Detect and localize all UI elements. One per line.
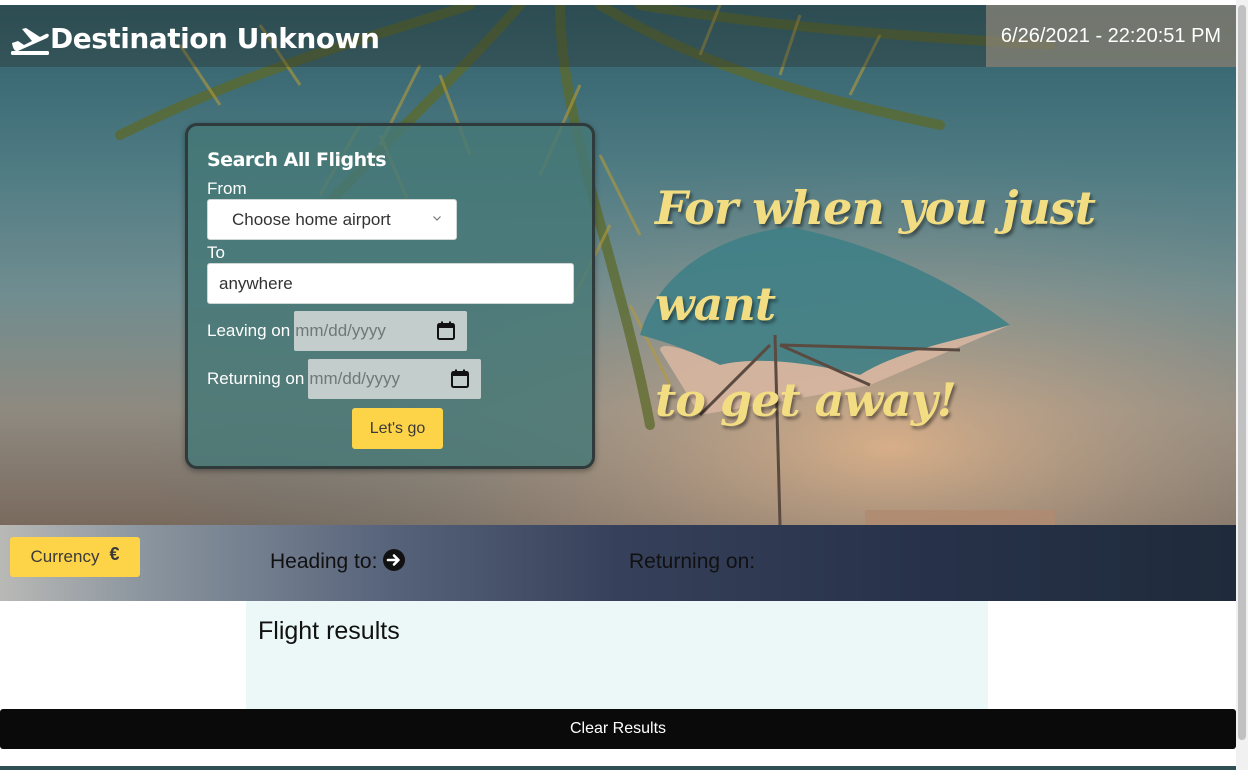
from-label: From [207, 179, 247, 198]
currency-label: Currency [30, 547, 100, 566]
to-label: To [207, 243, 225, 262]
app-title: Destination Unknown [50, 21, 380, 55]
brand[interactable]: Destination Unknown [10, 18, 380, 58]
returning-row: Returning on mm/dd/yyyy [207, 359, 482, 399]
results-title: Flight results [258, 617, 400, 645]
arrow-circle-right-icon [383, 549, 406, 571]
tagline-line-1: For when you just want [655, 181, 1096, 331]
search-flights-panel: Search All Flights From Choose home airp… [185, 123, 595, 469]
scrollbar-thumb[interactable] [1238, 5, 1246, 740]
calendar-icon[interactable] [451, 369, 470, 388]
returning-label: Returning on [207, 369, 305, 388]
lets-go-button[interactable]: Let's go [352, 408, 443, 449]
tagline: For when you just want to get away! [655, 160, 1215, 448]
datetime-display: 6/26/2021 - 22:20:51 PM [986, 5, 1236, 67]
clear-results-button[interactable]: Clear Results [0, 709, 1236, 749]
heading-to-label: Heading to: [270, 550, 378, 573]
currency-button[interactable]: Currency € [10, 537, 140, 577]
airplane-departure-icon [11, 28, 49, 55]
leaving-label: Leaving on [207, 321, 291, 340]
leaving-row: Leaving on mm/dd/yyyy [207, 311, 468, 351]
trip-info-bar: Currency € Heading to: Returning on: [0, 525, 1236, 601]
top-header: Destination Unknown 6/26/2021 - 22:20:51… [0, 5, 1236, 67]
calendar-icon[interactable] [437, 321, 456, 340]
chevron-down-icon [433, 216, 441, 221]
from-airport-select[interactable]: Choose home airport [207, 199, 457, 240]
euro-icon: € [109, 543, 120, 564]
heading-to: Heading to: [270, 549, 406, 574]
to-input-value: anywhere [219, 273, 293, 293]
panel-title: Search All Flights [207, 149, 387, 171]
leaving-date-input[interactable]: mm/dd/yyyy [294, 311, 468, 351]
returning-date-input[interactable]: mm/dd/yyyy [308, 359, 482, 399]
footer-strip [0, 766, 1236, 770]
flight-results-panel: Flight results [246, 601, 988, 709]
to-destination-input[interactable]: anywhere [207, 263, 574, 304]
returning-date-placeholder: mm/dd/yyyy [309, 369, 401, 388]
leaving-date-placeholder: mm/dd/yyyy [295, 321, 386, 340]
from-selected-value: Choose home airport [232, 209, 391, 229]
returning-on-label: Returning on: [629, 550, 756, 573]
tagline-line-2: to get away! [655, 373, 957, 427]
